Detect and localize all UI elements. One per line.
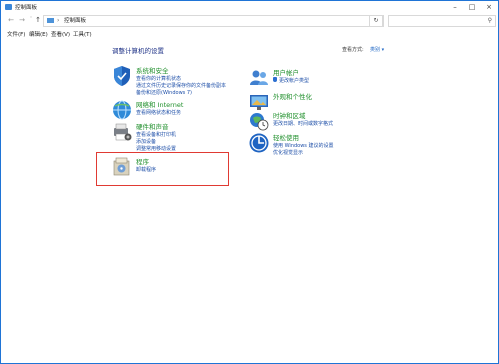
link-optimize-visual-display[interactable]: 优化视觉显示	[273, 149, 303, 156]
system-security-shield-icon	[114, 66, 130, 86]
control-panel-icon	[47, 18, 54, 23]
search-input[interactable]: ⚲	[388, 15, 496, 27]
network-globe-icon	[113, 100, 131, 120]
view-by-label: 查看方式:	[342, 47, 364, 53]
link-change-account-type[interactable]: 更改帐户类型	[279, 77, 309, 84]
ease-of-access-icon	[249, 133, 269, 153]
uac-shield-icon	[273, 77, 277, 82]
menu-view[interactable]: 查看(V)	[51, 30, 70, 38]
link-view-computer-status[interactable]: 查看你的计算机状态	[136, 75, 181, 82]
category-title[interactable]: 系统和安全	[136, 65, 169, 75]
link-backup-restore[interactable]: 备份和还原(Windows 7)	[136, 89, 192, 96]
forward-arrow-icon[interactable]: →	[18, 16, 26, 25]
user-accounts-icon	[250, 70, 268, 85]
close-button[interactable]: ×	[484, 2, 494, 12]
page-title: 调整计算机的设置	[112, 47, 164, 55]
category-title[interactable]: 硬件和声音	[136, 121, 169, 131]
search-icon: ⚲	[487, 17, 492, 24]
link-mobility-settings[interactable]: 调整常用移动设置	[136, 145, 176, 152]
main-content: 调整计算机的设置 查看方式: 类别 ▾ 系统和安全 查看你的计算机状态 通过文件…	[1, 39, 498, 363]
breadcrumb-control-panel[interactable]: 控制面板	[64, 16, 86, 26]
category-title[interactable]: 用户帐户	[273, 67, 299, 77]
window-title: 控制面板	[15, 5, 38, 11]
category-title[interactable]: 时钟和区域	[273, 110, 306, 120]
link-devices-printers[interactable]: 查看设备和打印机	[136, 131, 176, 138]
link-network-status[interactable]: 查看网络状态和任务	[136, 109, 181, 116]
clock-globe-icon	[250, 113, 269, 131]
link-change-date-time-format[interactable]: 更改日期、时间或数字格式	[273, 120, 333, 127]
printer-speaker-icon	[114, 123, 132, 141]
up-arrow-icon[interactable]: ↑	[34, 16, 42, 25]
view-by-dropdown[interactable]: 类别 ▾	[370, 46, 384, 53]
back-arrow-icon[interactable]: ←	[7, 16, 15, 25]
category-title[interactable]: 轻松使用	[273, 132, 299, 142]
menu-file[interactable]: 文件(F)	[7, 30, 25, 38]
menu-tools[interactable]: 工具(T)	[73, 30, 92, 38]
menu-bar: 文件(F) 编辑(E) 查看(V) 工具(T)	[1, 28, 498, 39]
maximize-button[interactable]: □	[467, 2, 477, 12]
link-windows-recommended-settings[interactable]: 使用 Windows 建议的设置	[273, 142, 334, 149]
category-title[interactable]: 网络和 Internet	[136, 99, 183, 109]
title-bar: 控制面板 – □ ×	[1, 1, 498, 13]
link-file-history-backup[interactable]: 通过文件历史记录保存你的文件备份副本	[136, 82, 226, 89]
minimize-button[interactable]: –	[450, 2, 460, 12]
control-panel-window: 控制面板 – □ × ← → ˇ ↑ › 控制面板 ∨ ↻ ⚲ 文件(F) 编辑…	[0, 0, 499, 364]
menu-edit[interactable]: 编辑(E)	[29, 30, 48, 38]
refresh-button[interactable]: ↻	[369, 15, 383, 27]
programs-highlight-box	[96, 152, 229, 186]
address-bar-row: ← → ˇ ↑ › 控制面板 ∨ ↻ ⚲	[1, 13, 498, 28]
link-add-device[interactable]: 添加设备	[136, 138, 156, 145]
breadcrumb-separator-icon: ›	[57, 17, 60, 24]
address-field[interactable]: › 控制面板 ∨	[43, 15, 384, 27]
category-title[interactable]: 外观和个性化	[273, 91, 312, 101]
control-panel-icon	[5, 4, 12, 10]
